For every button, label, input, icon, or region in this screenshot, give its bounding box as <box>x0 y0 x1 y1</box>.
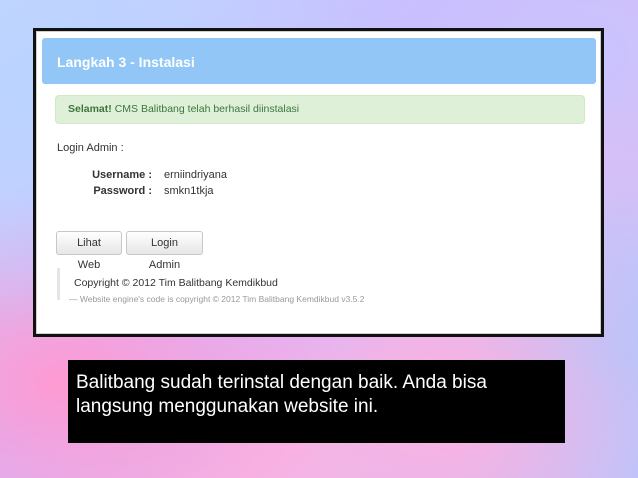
page-header: Langkah 3 - Instalasi <box>42 38 596 84</box>
password-row: Password : smkn1tkja <box>37 185 214 197</box>
view-web-button[interactable]: Lihat Web <box>56 231 122 271</box>
caption-box: Balitbang sudah terinstal dengan baik. A… <box>68 360 565 443</box>
login-admin-heading: Login Admin : <box>57 142 124 154</box>
footer-quote-bar <box>57 268 60 300</box>
footer-copyright: Copyright © 2012 Tim Balitbang Kemdikbud <box>74 277 278 289</box>
page-title: Langkah 3 - Instalasi <box>57 54 195 70</box>
username-label: Username : <box>92 169 152 181</box>
password-label: Password : <box>93 185 152 197</box>
screenshot-frame: Langkah 3 - Instalasi Selamat! CMS Balit… <box>33 28 604 337</box>
installer-page: Langkah 3 - Instalasi Selamat! CMS Balit… <box>36 31 601 334</box>
footer-engine-note: — Website engine's code is copyright © 2… <box>69 294 365 304</box>
alert-message: CMS Balitbang telah berhasil diinstalasi <box>114 103 300 115</box>
username-value: erniindriyana <box>164 169 227 181</box>
password-value: smkn1tkja <box>164 185 214 197</box>
login-admin-button[interactable]: Login Admin <box>126 231 203 271</box>
username-row: Username : erniindriyana <box>37 169 227 181</box>
caption-text: Balitbang sudah terinstal dengan baik. A… <box>76 372 487 417</box>
success-alert: Selamat! CMS Balitbang telah berhasil di… <box>55 95 585 124</box>
alert-strong-text: Selamat! <box>68 103 112 115</box>
